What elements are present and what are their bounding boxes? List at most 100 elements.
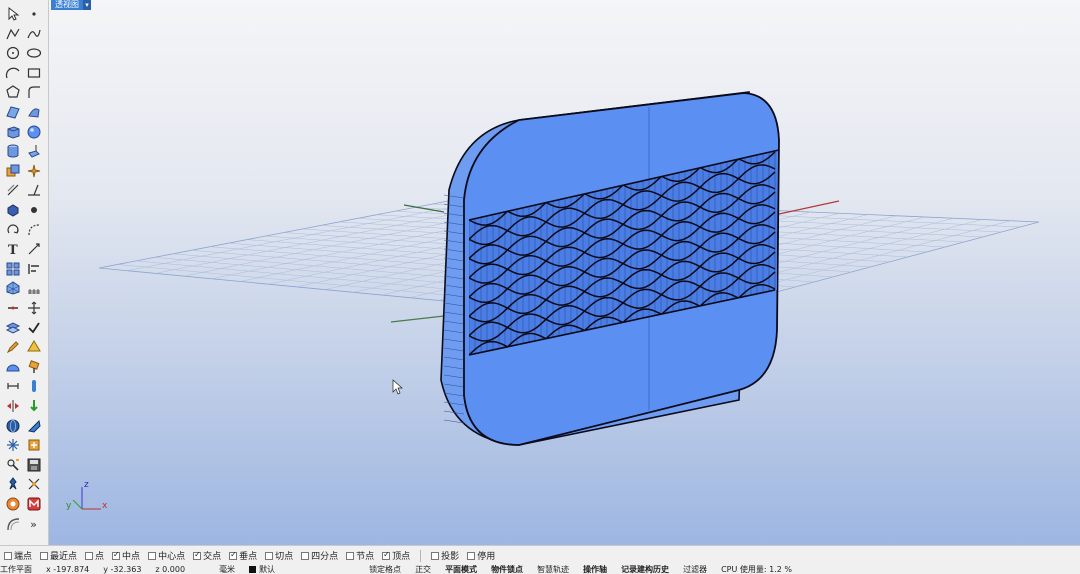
cplane-label[interactable]: 工作平面 bbox=[0, 565, 32, 574]
osnap-item-5[interactable]: 交点 bbox=[189, 549, 221, 562]
osnap-disable[interactable]: 停用 bbox=[463, 549, 495, 562]
osnap-checkbox[interactable] bbox=[148, 551, 157, 560]
toolbar-button-transform[interactable] bbox=[23, 435, 44, 455]
toolbar-button-text[interactable]: T bbox=[2, 239, 23, 259]
osnap-item-7[interactable]: 切点 bbox=[261, 549, 293, 562]
toolbar-button-rotate[interactable] bbox=[2, 220, 23, 240]
viewport-canvas[interactable]: z x y bbox=[49, 0, 1080, 545]
osnap-checkbox[interactable] bbox=[85, 551, 94, 560]
osnap-checkbox[interactable] bbox=[112, 550, 121, 560]
osnap-checkbox[interactable] bbox=[301, 551, 310, 560]
toolbar-button-point[interactable] bbox=[23, 4, 44, 24]
toolbar-button-circle[interactable] bbox=[2, 43, 23, 63]
osnap-item-2[interactable]: 点 bbox=[81, 549, 104, 562]
toolbar-button-curvature[interactable] bbox=[2, 514, 23, 534]
osnap-label: 端点 bbox=[14, 552, 33, 562]
osnap-checkbox[interactable] bbox=[467, 551, 476, 560]
toolbar-button-extrude[interactable] bbox=[23, 141, 44, 161]
toolbar-button-info[interactable] bbox=[23, 376, 44, 396]
osnap-item-0[interactable]: 端点 bbox=[0, 549, 32, 562]
toolbar-button-arc[interactable] bbox=[2, 63, 23, 83]
toolbar-button-arrow-down[interactable] bbox=[23, 396, 44, 416]
toolbar-row bbox=[2, 318, 46, 338]
toolbar-button-ellipse[interactable] bbox=[23, 43, 44, 63]
osnap-checkbox[interactable] bbox=[346, 551, 355, 560]
toolbar-button-polyline[interactable] bbox=[2, 24, 23, 44]
osnap-checkbox[interactable] bbox=[431, 551, 440, 560]
osnap-label: 中点 bbox=[122, 552, 141, 562]
osnap-checkbox[interactable] bbox=[265, 551, 274, 560]
ortho-toggle[interactable]: 正交 bbox=[415, 565, 431, 574]
toolbar-button-move[interactable] bbox=[23, 298, 44, 318]
toolbar-button-join[interactable] bbox=[2, 298, 23, 318]
toolbar-button-grid[interactable] bbox=[23, 278, 44, 298]
osnap-item-4[interactable]: 中心点 bbox=[144, 549, 185, 562]
toolbar-button-rebuild[interactable] bbox=[23, 220, 44, 240]
toolbar-button-light[interactable] bbox=[23, 416, 44, 436]
toolbar-button-box[interactable] bbox=[2, 122, 23, 142]
toolbar-button-pin[interactable] bbox=[2, 474, 23, 494]
osnap-checkbox[interactable] bbox=[193, 550, 202, 560]
toolbar-button-scale[interactable] bbox=[23, 474, 44, 494]
planar-toggle[interactable]: 平面模式 bbox=[445, 565, 477, 574]
toolbar-row bbox=[2, 220, 46, 240]
svg-text:T: T bbox=[8, 243, 18, 257]
toolbar-button-offset[interactable] bbox=[2, 180, 23, 200]
osnap-checkbox[interactable] bbox=[4, 551, 12, 560]
toolbar-button-mirror[interactable] bbox=[2, 396, 23, 416]
toolbar-button-pen[interactable] bbox=[2, 337, 23, 357]
osnap-item-10[interactable]: 顶点 bbox=[378, 549, 410, 562]
toolbar-button-save[interactable] bbox=[23, 455, 44, 475]
toolbar-button-plugin[interactable] bbox=[23, 494, 44, 514]
history-toggle[interactable]: 记录建构历史 bbox=[621, 565, 669, 574]
toolbar-button-mesh[interactable] bbox=[2, 278, 23, 298]
toolbar-button-fillet[interactable] bbox=[23, 82, 44, 102]
toolbar-button-sphere[interactable] bbox=[23, 122, 44, 142]
toolbar-button-globe[interactable] bbox=[2, 416, 23, 436]
layer-indicator[interactable]: 默认 bbox=[249, 565, 275, 574]
toolbar-button-align[interactable] bbox=[23, 259, 44, 279]
toolbar-button-surface[interactable] bbox=[2, 102, 23, 122]
toolbar-button-dimension[interactable] bbox=[23, 239, 44, 259]
toolbar-button-solid[interactable] bbox=[2, 200, 23, 220]
toolbar-button-shade[interactable] bbox=[2, 357, 23, 377]
osnap-item-8[interactable]: 四分点 bbox=[297, 549, 338, 562]
toolbar-button-boolean[interactable] bbox=[2, 161, 23, 181]
toolbar-button-curve[interactable] bbox=[23, 24, 44, 44]
toolbar-button-explode[interactable] bbox=[23, 161, 44, 181]
grid-snap-toggle[interactable]: 锁定格点 bbox=[369, 565, 401, 574]
smarttrack-toggle[interactable]: 智慧轨迹 bbox=[537, 565, 569, 574]
osnap-item-6[interactable]: 垂点 bbox=[225, 549, 257, 562]
toolbar-button-polygon[interactable] bbox=[2, 82, 23, 102]
toolbar-button-array[interactable] bbox=[2, 259, 23, 279]
toolbar-button-select-arrow[interactable] bbox=[2, 4, 23, 24]
filter-button[interactable]: 过滤器 bbox=[683, 565, 707, 574]
toolbar-button-camera[interactable] bbox=[2, 494, 23, 514]
osnap-project[interactable]: 投影 bbox=[427, 549, 459, 562]
toolbar-button-cylinder[interactable] bbox=[2, 141, 23, 161]
gumball-toggle[interactable]: 操作轴 bbox=[583, 565, 607, 574]
toolbar-button-dot[interactable] bbox=[23, 200, 44, 220]
osnap-checkbox[interactable] bbox=[40, 551, 49, 560]
snowflake-icon bbox=[6, 439, 19, 452]
toolbar-button-paint[interactable] bbox=[23, 357, 44, 377]
toolbar-button-check[interactable] bbox=[23, 318, 44, 338]
toolbar-button-layer[interactable] bbox=[2, 318, 23, 338]
mirror-icon bbox=[6, 400, 19, 412]
toolbar-button-link[interactable] bbox=[2, 376, 23, 396]
toolbar-button-trim[interactable] bbox=[23, 180, 44, 200]
osnap-toggle[interactable]: 物件锁点 bbox=[491, 565, 523, 574]
toolbar-button-snowflake[interactable] bbox=[2, 435, 23, 455]
info-icon bbox=[31, 380, 36, 393]
osnap-checkbox[interactable] bbox=[382, 550, 391, 560]
perspective-viewport[interactable]: 透视图 ▾ z x y bbox=[49, 0, 1080, 545]
osnap-item-3[interactable]: 中点 bbox=[108, 549, 140, 562]
osnap-item-1[interactable]: 最近点 bbox=[36, 549, 77, 562]
toolbar-button-render[interactable] bbox=[23, 337, 44, 357]
osnap-checkbox[interactable] bbox=[229, 550, 238, 560]
toolbar-expand-button[interactable]: » bbox=[23, 514, 44, 534]
osnap-item-9[interactable]: 节点 bbox=[342, 549, 374, 562]
toolbar-button-loft[interactable] bbox=[23, 102, 44, 122]
toolbar-button-analyze[interactable] bbox=[2, 455, 23, 475]
toolbar-button-rectangle[interactable] bbox=[23, 63, 44, 83]
